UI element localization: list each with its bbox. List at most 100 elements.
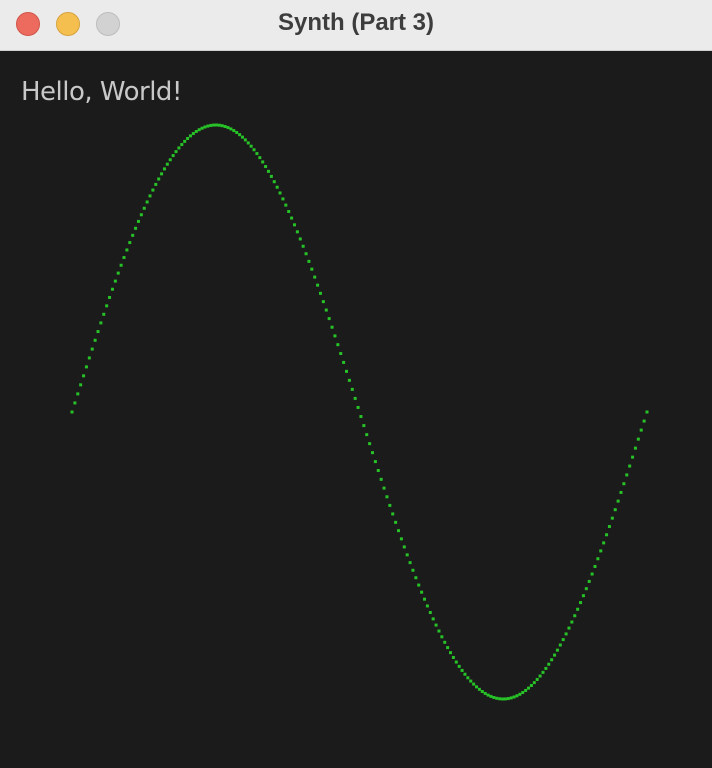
wave-sample-dot — [622, 482, 626, 486]
wave-sample-dot — [298, 237, 302, 241]
wave-sample-dot — [564, 632, 568, 636]
wave-sample-dot — [576, 607, 580, 611]
wave-sample-dot — [423, 597, 427, 601]
wave-sample-dot — [469, 679, 473, 683]
wave-sample-dot — [388, 503, 392, 507]
wave-sample-dot — [443, 640, 447, 644]
title-bar[interactable]: Synth (Part 3) — [0, 0, 712, 51]
wave-sample-dot — [87, 356, 91, 360]
wave-sample-dot — [206, 124, 210, 128]
wave-sample-dot — [353, 396, 357, 400]
wave-sample-dot — [587, 579, 591, 583]
wave-sample-dot — [284, 203, 288, 207]
wave-sample-dot — [625, 473, 629, 477]
wave-sample-dot — [356, 405, 360, 409]
wave-sample-dot — [605, 533, 609, 537]
wave-sample-dot — [287, 209, 291, 213]
wave-sample-dot — [255, 152, 259, 156]
wave-sample-dot — [136, 219, 140, 223]
wave-sample-dot — [272, 180, 276, 184]
wave-sample-dot — [292, 223, 296, 227]
wave-sample-dot — [113, 279, 117, 283]
wave-sample-dot — [316, 283, 320, 287]
wave-sample-dot — [527, 686, 531, 690]
wave-sample-dot — [579, 601, 583, 605]
wave-sample-dot — [174, 150, 178, 154]
wave-sample-dot — [362, 424, 366, 428]
wave-sample-dot — [116, 271, 120, 275]
wave-sample-dot — [345, 369, 348, 373]
wave-sample-dot — [642, 419, 646, 423]
wave-sample-dot — [385, 495, 389, 499]
wave-sample-dot — [310, 267, 314, 271]
wave-sample-dot — [313, 275, 317, 279]
canvas-area: Hello, World! — [0, 51, 712, 768]
wave-sample-dot — [264, 165, 268, 169]
wave-sample-dot — [373, 460, 377, 464]
wave-sample-dot — [397, 529, 401, 533]
wave-sample-dot — [573, 614, 577, 618]
wave-sample-dot — [139, 213, 143, 217]
wave-sample-dot — [408, 561, 412, 565]
wave-sample-dot — [79, 383, 83, 387]
wave-sample-dot — [593, 564, 597, 568]
wave-sample-dot — [220, 124, 224, 128]
wave-sample-dot — [610, 516, 614, 520]
wave-sample-dot — [524, 688, 528, 692]
wave-sample-dot — [544, 666, 548, 670]
wave-sample-dot — [521, 691, 525, 695]
wave-sample-dot — [460, 668, 464, 672]
wave-sample-dot — [261, 160, 265, 164]
wave-sample-dot — [110, 287, 114, 291]
wave-sample-dot — [197, 128, 201, 132]
wave-sample-dot — [428, 611, 432, 615]
wave-sample-dot — [405, 553, 409, 557]
wave-sample-dot — [145, 200, 149, 204]
wave-sample-dot — [134, 226, 138, 230]
wave-sample-dot — [148, 194, 152, 198]
wave-sample-dot — [333, 334, 337, 338]
wave-sample-dot — [645, 410, 649, 414]
wave-sample-dot — [425, 604, 429, 608]
wave-sample-dot — [503, 697, 507, 701]
wave-sample-dot — [402, 545, 406, 549]
wave-sample-dot — [619, 490, 623, 494]
wave-sample-dot — [171, 154, 175, 158]
wave-sample-dot — [214, 123, 218, 127]
wave-sample-dot — [93, 338, 97, 342]
wave-sample-dot — [475, 685, 479, 689]
wave-sample-dot — [547, 662, 551, 666]
wave-sample-dot — [252, 148, 256, 152]
wave-sample-dot — [194, 129, 198, 133]
wave-sample-dot — [411, 568, 415, 572]
wave-sample-dot — [596, 557, 600, 561]
wave-sample-dot — [489, 694, 493, 698]
wave-sample-dot — [480, 690, 484, 694]
wave-sample-dot — [506, 697, 510, 701]
wave-sample-dot — [599, 549, 603, 553]
wave-sample-dot — [365, 433, 369, 437]
wave-sample-dot — [160, 172, 164, 176]
wave-sample-dot — [229, 127, 233, 131]
wave-sample-dot — [165, 162, 169, 166]
wave-sample-dot — [307, 259, 311, 263]
wave-sample-dot — [226, 126, 230, 130]
wave-sample-dot — [607, 525, 611, 529]
wave-sample-dot — [466, 676, 470, 680]
wave-sample-dot — [538, 674, 542, 678]
wave-sample-dot — [570, 620, 574, 624]
wave-sample-dot — [449, 651, 453, 655]
wave-sample-dot — [347, 378, 351, 382]
wave-sample-dot — [639, 428, 643, 432]
wave-sample-dot — [327, 317, 331, 321]
wave-sample-dot — [191, 132, 195, 136]
wave-sample-dot — [275, 185, 279, 189]
wave-sample-dot — [162, 167, 166, 171]
wave-sample-dot — [394, 520, 398, 524]
wave-sample-dot — [602, 541, 606, 545]
wave-sample-dot — [212, 123, 216, 127]
wave-sample-dot — [186, 136, 190, 140]
wave-sample-dot — [122, 256, 126, 260]
wave-sample-dot — [142, 206, 146, 210]
wave-sample-dot — [330, 325, 334, 329]
